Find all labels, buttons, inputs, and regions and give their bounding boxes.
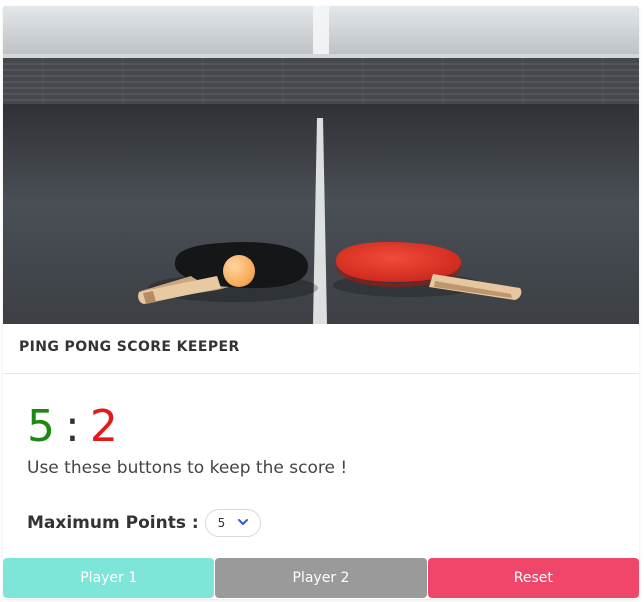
instructions-text: Use these buttons to keep the score ! (27, 458, 348, 478)
hero-image (3, 6, 639, 324)
max-points-label: Maximum Points : (27, 513, 199, 533)
card-header: PING PONG SCORE KEEPER (3, 324, 639, 374)
button-bar: Player 1 Player 2 Reset (3, 558, 639, 599)
ball-icon (223, 255, 255, 287)
max-points-row: Maximum Points : 5 (27, 508, 261, 538)
scoreboard: 5:2 (27, 402, 118, 452)
max-points-select[interactable]: 5 (204, 509, 261, 537)
player1-score: 5 (27, 401, 55, 452)
score-separator: : (65, 401, 80, 452)
max-points-selected-value: 5 (217, 516, 226, 530)
player1-button[interactable]: Player 1 (3, 558, 215, 598)
score-keeper-card: PING PONG SCORE KEEPER 5:2 Use these but… (3, 6, 639, 599)
reset-button[interactable]: Reset (427, 558, 639, 598)
player2-score: 2 (89, 401, 118, 452)
ping-pong-table-image (3, 6, 639, 324)
chevron-down-icon (236, 515, 250, 532)
page-title: PING PONG SCORE KEEPER (19, 339, 240, 355)
card-content: 5:2 Use these buttons to keep the score … (3, 374, 639, 558)
player2-button[interactable]: Player 2 (215, 558, 427, 598)
